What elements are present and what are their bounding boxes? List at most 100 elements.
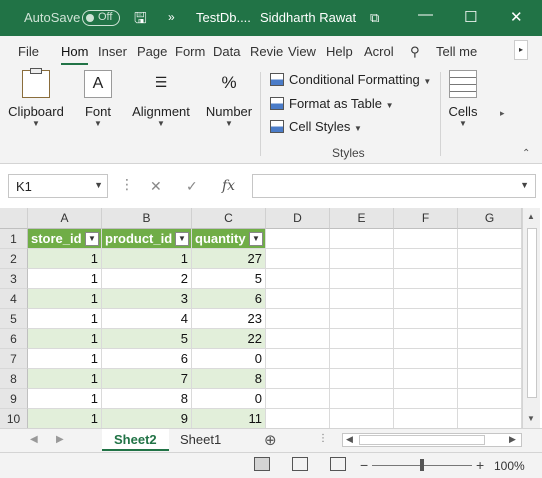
- row-header[interactable]: 8: [0, 369, 28, 389]
- grid-cell[interactable]: [266, 329, 330, 349]
- grid-cell[interactable]: [458, 289, 522, 309]
- page-layout-view-icon[interactable]: [292, 457, 308, 471]
- table-cell[interactable]: 6: [192, 289, 266, 309]
- grid-cell[interactable]: [266, 249, 330, 269]
- expand-formula-bar-icon[interactable]: ▼: [520, 180, 529, 190]
- table-cell[interactable]: 8: [192, 369, 266, 389]
- filter-dropdown-icon[interactable]: ▼: [85, 232, 99, 246]
- conditional-formatting-button[interactable]: Conditional Formatting ▼: [270, 72, 431, 87]
- column-header[interactable]: G: [458, 208, 522, 229]
- tab-home[interactable]: Hom: [61, 44, 89, 65]
- grid-cell[interactable]: [330, 229, 394, 249]
- vertical-scrollbar[interactable]: ▲ ▼: [522, 208, 540, 428]
- insert-function-icon[interactable]: fx: [222, 178, 235, 194]
- tab-review[interactable]: Revie: [250, 44, 283, 59]
- grid-cell[interactable]: [330, 409, 394, 429]
- table-cell[interactable]: 11: [192, 409, 266, 429]
- grid-cell[interactable]: [458, 409, 522, 429]
- name-box[interactable]: K1 ▼: [8, 174, 108, 198]
- table-cell[interactable]: 1: [28, 289, 102, 309]
- table-cell[interactable]: 3: [102, 289, 192, 309]
- grid-cell[interactable]: [394, 369, 458, 389]
- scrollbar-thumb[interactable]: [527, 228, 537, 398]
- zoom-in-icon[interactable]: +: [476, 457, 484, 473]
- table-cell[interactable]: 1: [28, 269, 102, 289]
- column-header[interactable]: C: [192, 208, 266, 229]
- tab-help[interactable]: Help: [326, 44, 353, 59]
- tab-data[interactable]: Data: [213, 44, 240, 59]
- alignment-group[interactable]: ☰ Alignment ▼: [130, 70, 192, 128]
- table-cell[interactable]: 9: [102, 409, 192, 429]
- table-cell[interactable]: 1: [28, 249, 102, 269]
- grid-cell[interactable]: [266, 269, 330, 289]
- grid-cell[interactable]: [330, 329, 394, 349]
- grid-cell[interactable]: [394, 309, 458, 329]
- table-cell[interactable]: 1: [28, 389, 102, 409]
- table-header-cell[interactable]: product_id ▼: [102, 229, 192, 249]
- grid-cell[interactable]: [330, 389, 394, 409]
- grid-cell[interactable]: [330, 249, 394, 269]
- grid-cell[interactable]: [266, 409, 330, 429]
- tab-formulas[interactable]: Form: [175, 44, 205, 59]
- table-header-cell[interactable]: quantity ▼: [192, 229, 266, 249]
- scroll-down-icon[interactable]: ▼: [527, 414, 535, 423]
- more-commands-icon[interactable]: »: [168, 10, 175, 24]
- table-cell[interactable]: 0: [192, 349, 266, 369]
- grid-cell[interactable]: [266, 389, 330, 409]
- row-header[interactable]: 1: [0, 229, 28, 249]
- clipboard-group[interactable]: Clipboard ▼: [8, 68, 64, 128]
- table-cell[interactable]: 5: [192, 269, 266, 289]
- number-group[interactable]: % Number ▼: [204, 70, 254, 128]
- zoom-level[interactable]: 100%: [494, 459, 525, 473]
- column-header[interactable]: B: [102, 208, 192, 229]
- tell-me-search[interactable]: Tell me: [436, 44, 477, 59]
- grid-cell[interactable]: [458, 229, 522, 249]
- table-cell[interactable]: 1: [28, 349, 102, 369]
- row-header[interactable]: 10: [0, 409, 28, 429]
- grid-cell[interactable]: [458, 389, 522, 409]
- font-group[interactable]: A Font ▼: [80, 70, 116, 128]
- column-header[interactable]: A: [28, 208, 102, 229]
- scroll-right-icon[interactable]: ▶: [509, 434, 516, 445]
- autosave-toggle[interactable]: Off: [82, 10, 120, 26]
- filter-dropdown-icon[interactable]: ▼: [249, 232, 263, 246]
- previous-sheet-icon[interactable]: ◀: [30, 434, 38, 445]
- grid-cell[interactable]: [266, 349, 330, 369]
- ribbon-scroll-right-icon[interactable]: ▸: [500, 108, 505, 119]
- grid-cell[interactable]: [458, 309, 522, 329]
- cell-styles-button[interactable]: Cell Styles ▼: [270, 119, 362, 134]
- table-cell[interactable]: 8: [102, 389, 192, 409]
- table-cell[interactable]: 6: [102, 349, 192, 369]
- cancel-icon[interactable]: ✕: [150, 178, 162, 195]
- grid-cell[interactable]: [458, 249, 522, 269]
- table-cell[interactable]: 22: [192, 329, 266, 349]
- table-cell[interactable]: 0: [192, 389, 266, 409]
- close-icon[interactable]: ✕: [510, 8, 523, 26]
- next-sheet-icon[interactable]: ▶: [56, 434, 64, 445]
- tab-acrobat[interactable]: Acrol: [364, 44, 394, 59]
- zoom-out-icon[interactable]: −: [360, 457, 368, 473]
- grid-cell[interactable]: [458, 329, 522, 349]
- page-break-preview-icon[interactable]: [330, 457, 346, 471]
- user-name[interactable]: Siddharth Rawat: [260, 10, 356, 25]
- table-cell[interactable]: 1: [28, 409, 102, 429]
- grid-cell[interactable]: [266, 369, 330, 389]
- grid-cell[interactable]: [330, 309, 394, 329]
- minimize-icon[interactable]: —: [418, 6, 433, 23]
- tab-insert[interactable]: Inser: [98, 44, 127, 59]
- grid-cell[interactable]: [458, 269, 522, 289]
- row-header[interactable]: 5: [0, 309, 28, 329]
- cells-group[interactable]: Cells ▼: [446, 70, 480, 128]
- grid-cell[interactable]: [394, 269, 458, 289]
- column-header[interactable]: E: [330, 208, 394, 229]
- grid-cell[interactable]: [394, 389, 458, 409]
- row-header[interactable]: 3: [0, 269, 28, 289]
- tab-page-layout[interactable]: Page: [137, 44, 167, 59]
- search-icon[interactable]: ⚲: [410, 44, 420, 60]
- horizontal-scrollbar[interactable]: ◀ ▶: [342, 433, 522, 447]
- filter-dropdown-icon[interactable]: ▼: [175, 232, 189, 246]
- grid-cell[interactable]: [330, 289, 394, 309]
- scrollbar-thumb[interactable]: [359, 435, 485, 445]
- new-sheet-icon[interactable]: ⊕: [264, 431, 277, 449]
- grid-cell[interactable]: [394, 329, 458, 349]
